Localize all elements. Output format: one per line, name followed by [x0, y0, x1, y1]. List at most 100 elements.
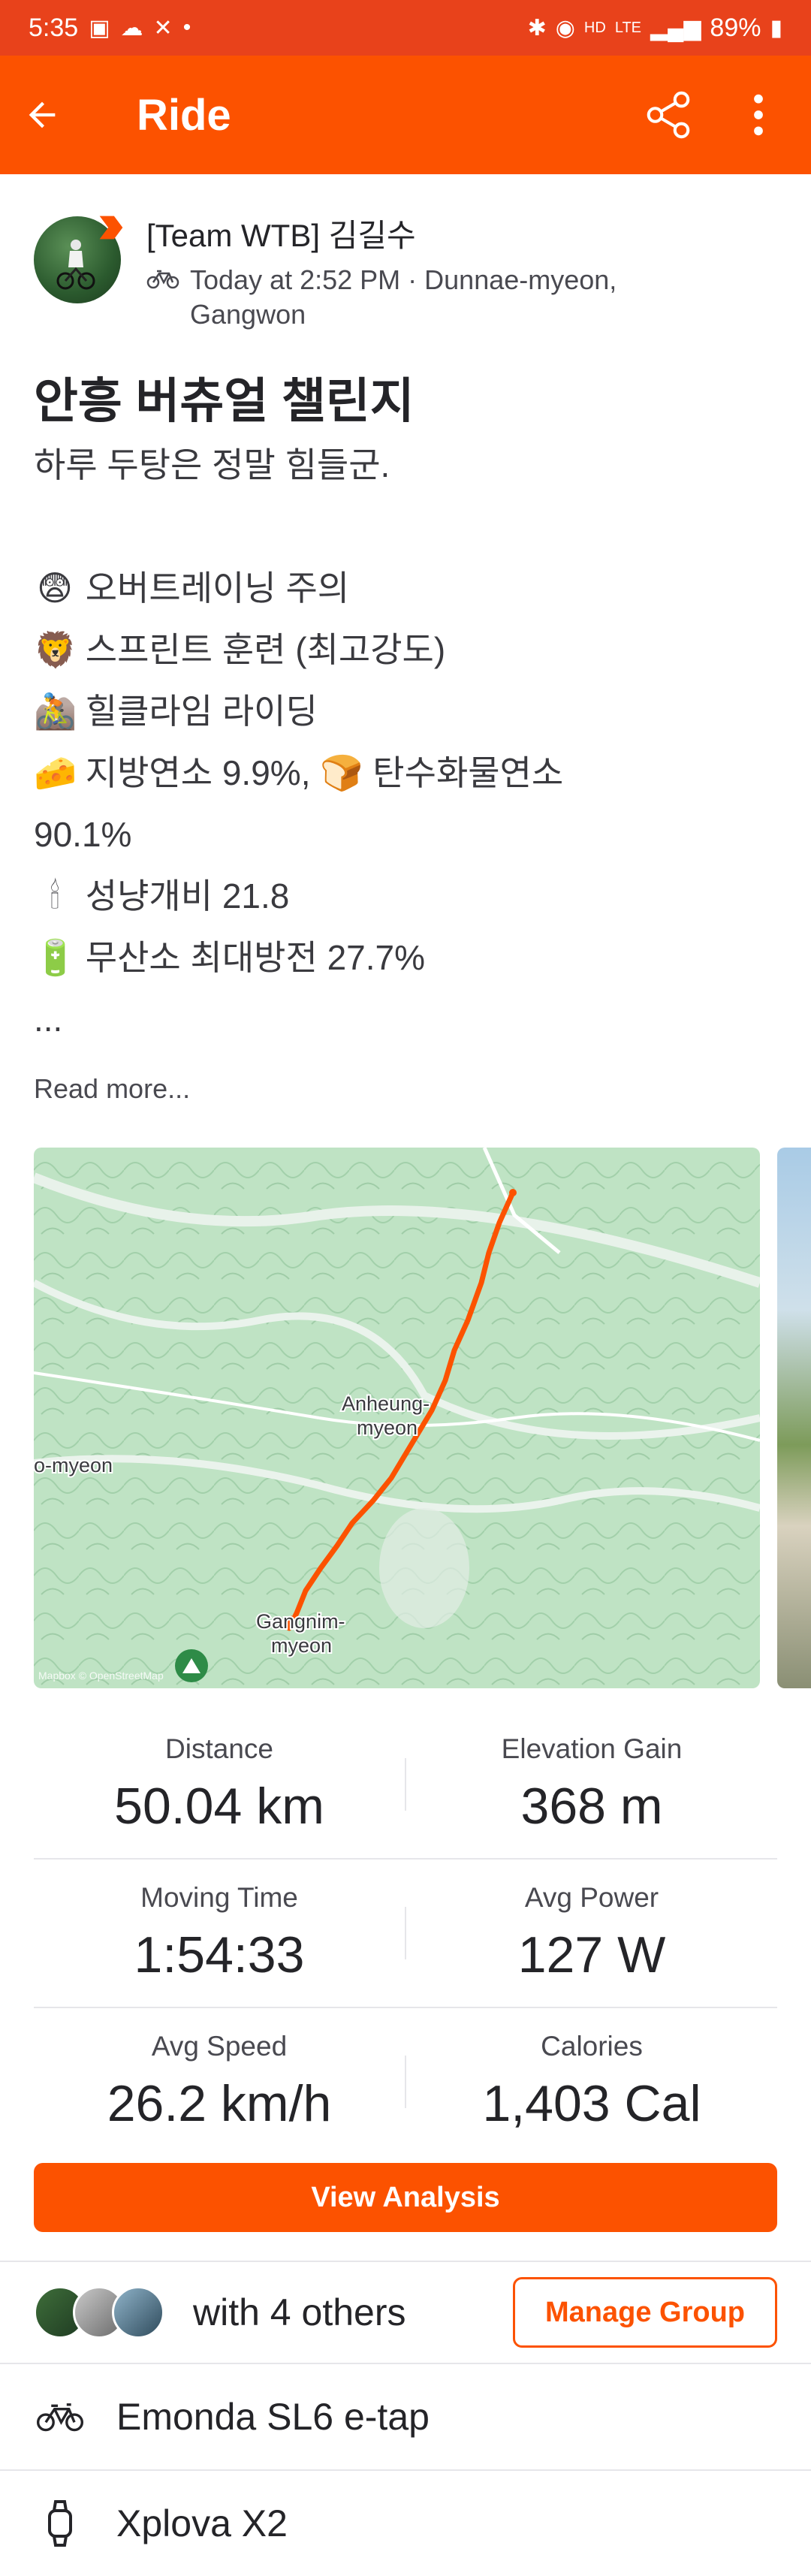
share-icon: [647, 91, 690, 139]
description-line: 🕯 성냥개비 21.8: [34, 865, 777, 927]
athlete-header: [Team WTB] 김길수 Today at 2:52 PM · Dunnae…: [34, 216, 777, 332]
dot-icon: •: [182, 15, 191, 40]
gear-device-row[interactable]: Xplova X2: [34, 2471, 777, 2576]
stat-value: 50.04 km: [114, 1778, 324, 1835]
group-with-others[interactable]: with 4 others: [193, 2291, 513, 2334]
map-label-gangnim: Gangnim-: [256, 1610, 345, 1633]
status-bar: 5:35 ▣ ☁ ✕ • ✱ ◉ HD LTE ▂▄▆ 89% ▮: [0, 0, 811, 56]
subscriber-badge-icon: [99, 216, 123, 240]
battery-percent: 89%: [710, 13, 761, 42]
app-notification-icon: ✕: [153, 15, 173, 41]
back-button[interactable]: [23, 95, 98, 134]
gear-device-name: Xplova X2: [116, 2502, 288, 2544]
stat-label: Elevation Gain: [501, 1733, 683, 1764]
page-title: Ride: [137, 90, 231, 140]
stat-label: Calories: [541, 2031, 643, 2062]
stats-row: Distance 50.04 km Elevation Gain 368 m: [34, 1711, 777, 1860]
activity-photo-preview[interactable]: [777, 1148, 811, 1688]
mountain-peak-icon: [175, 1649, 208, 1682]
location-icon: ◉: [555, 15, 575, 41]
description-text: 하루 두탕은 정말 힘들군.: [34, 445, 390, 484]
read-more-link[interactable]: Read more...: [34, 1072, 777, 1106]
gallery-notification-icon: ▣: [89, 15, 110, 41]
share-button[interactable]: [638, 85, 698, 145]
athlete-avatar[interactable]: [34, 216, 123, 303]
stat-label: Distance: [165, 1733, 273, 1764]
description-line: 🦁 스프린트 훈련 (최고강도): [34, 619, 777, 680]
scared-face-icon: 😨: [37, 569, 73, 608]
app-bar: Ride: [0, 56, 811, 174]
battery-emoji-icon: 🔋: [34, 938, 77, 977]
cheese-icon: 🧀: [34, 753, 77, 792]
stat-elevation-gain: Elevation Gain 368 m: [406, 1733, 777, 1835]
description-text: 90.1%: [34, 815, 132, 854]
manage-group-button[interactable]: Manage Group: [512, 2277, 777, 2348]
media-carousel[interactable]: Anheung- myeon o-myeon Gangnim- myeon Ma…: [34, 1148, 811, 1688]
group-activity-row: with 4 others Manage Group: [34, 2262, 777, 2363]
stat-value: 127 W: [517, 1926, 666, 1983]
lte-icon: LTE: [614, 20, 642, 36]
description-text: 지방연소 9.9%, 🍞 탄수화물연소: [85, 753, 564, 792]
athlete-name[interactable]: [Team WTB] 김길수: [146, 216, 617, 255]
description-line: [34, 496, 777, 557]
stat-value: 1,403 Cal: [482, 2075, 701, 2132]
hd-voice-icon: HD: [583, 20, 606, 36]
watch-icon: [48, 2500, 72, 2547]
map-attribution: Mapbox © OpenStreetMap: [38, 1670, 164, 1682]
description-text: 스프린트 훈련 (최고강도): [85, 630, 446, 669]
bike-icon: [36, 2403, 84, 2432]
map-label-o-myeon: o-myeon: [34, 1454, 113, 1477]
lion-icon: 🦁: [34, 630, 77, 669]
description-line: 🔋 무산소 최대방전 27.7%: [34, 927, 777, 988]
bluetooth-icon: ✱: [527, 15, 547, 41]
mountain-biker-icon: 🚵: [34, 692, 77, 731]
activity-meta: Today at 2:52 PM · Dunnae-myeon, Gangwon: [146, 263, 617, 332]
gear-bike-row[interactable]: Emonda SL6 e-tap: [34, 2364, 777, 2469]
stat-avg-power: Avg Power 127 W: [406, 1882, 777, 1984]
signal-icon: ▂▄▆: [650, 15, 701, 41]
stats-row: Avg Speed 26.2 km/h Calories 1,403 Cal: [34, 2008, 777, 2155]
cyclist-photo-icon: [56, 240, 95, 290]
status-time: 5:35: [29, 13, 79, 42]
stat-calories: Calories 1,403 Cal: [406, 2031, 777, 2133]
stat-value: 1:54:33: [134, 1926, 305, 1983]
activity-content: [Team WTB] 김길수 Today at 2:52 PM · Dunnae…: [0, 216, 811, 2576]
activity-region: Gangwon: [190, 299, 306, 330]
avatar: [112, 2286, 164, 2339]
stat-value: 26.2 km/h: [107, 2075, 332, 2132]
stat-avg-speed: Avg Speed 26.2 km/h: [34, 2031, 405, 2133]
stat-value: 368 m: [520, 1778, 663, 1835]
gear-bike-name: Emonda SL6 e-tap: [116, 2396, 430, 2438]
map-image: Anheung- myeon o-myeon Gangnim- myeon Ma…: [34, 1148, 760, 1688]
cloud-notification-icon: ☁: [120, 15, 143, 41]
back-arrow-icon: [29, 101, 56, 128]
stat-label: Moving Time: [140, 1882, 298, 1913]
description-ellipsis: ...: [34, 1000, 63, 1039]
route-map[interactable]: Anheung- myeon o-myeon Gangnim- myeon Ma…: [34, 1148, 760, 1688]
group-avatars[interactable]: [34, 2286, 164, 2339]
description-line: 🧀 지방연소 9.9%, 🍞 탄수화물연소: [34, 742, 777, 804]
description-text: 성냥개비 21.8: [85, 876, 290, 915]
battery-icon: ▮: [770, 15, 782, 41]
description-text: 힐클라임 라이딩: [85, 692, 318, 731]
map-label-gangnim-myeon: myeon: [271, 1634, 332, 1657]
description-line: 🚵 힐클라임 라이딩: [34, 680, 777, 742]
stat-moving-time: Moving Time 1:54:33: [34, 1882, 405, 1984]
activity-date-location: Today at 2:52 PM · Dunnae-myeon,: [190, 264, 617, 295]
view-analysis-button[interactable]: View Analysis: [34, 2163, 777, 2232]
overflow-menu-button[interactable]: [728, 85, 788, 145]
map-label-anheung-myeon: myeon: [357, 1416, 418, 1439]
description-line: 😨 오버트레이닝 주의: [34, 557, 777, 619]
description-line: ...: [34, 988, 777, 1050]
activity-title: 안흥 버츄얼 챌린지: [34, 374, 415, 428]
map-label-anheung: Anheung-: [342, 1392, 430, 1415]
stat-distance: Distance 50.04 km: [34, 1733, 405, 1835]
description-text: 무산소 최대방전 27.7%: [85, 938, 426, 977]
stats-row: Moving Time 1:54:33 Avg Power 127 W: [34, 1860, 777, 2008]
more-vertical-icon: [754, 94, 763, 136]
stat-label: Avg Power: [524, 1882, 659, 1913]
stats-grid: Distance 50.04 km Elevation Gain 368 m M…: [34, 1711, 777, 2155]
bike-icon: [146, 270, 179, 289]
description-line: 하루 두탕은 정말 힘들군.: [34, 434, 777, 496]
activity-description: 하루 두탕은 정말 힘들군. 😨 오버트레이닝 주의 🦁 스프린트 훈련 (최고…: [34, 434, 777, 1050]
